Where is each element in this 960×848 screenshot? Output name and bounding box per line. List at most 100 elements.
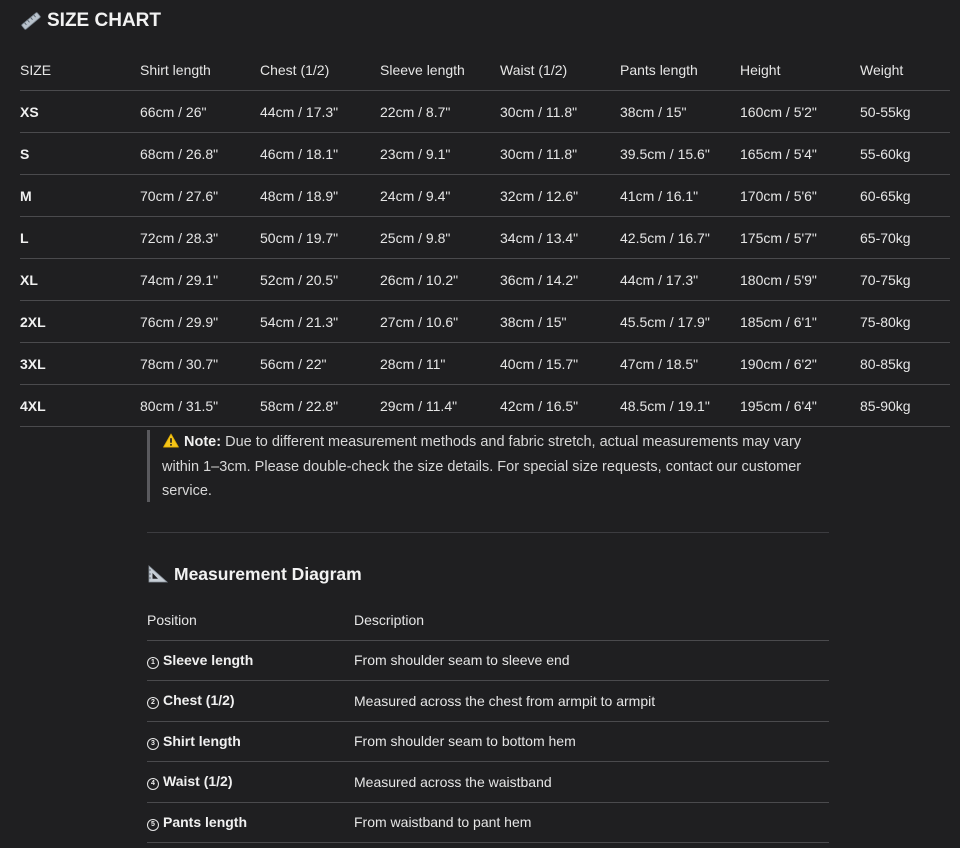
measurement-position-cell: 5 Pants length [147, 802, 354, 843]
size-table-row: 4XL 80cm / 31.5" 58cm / 22.8" 29cm / 11.4" 4… [20, 384, 950, 427]
size-table: SIZE Shirt length Chest (1/2) Sleeve len… [20, 49, 950, 427]
note-callout: Note: Due to different measurement metho… [147, 430, 826, 502]
circled-number-icon: 3 [147, 737, 159, 750]
size-table-header: Chest (1/2) [260, 49, 380, 91]
size-value-cell: 28cm / 11" [380, 342, 500, 385]
size-value-cell: 47cm / 18.5" [620, 342, 740, 385]
size-label-cell: 4XL [20, 384, 140, 427]
size-table-header: SIZE [20, 49, 140, 91]
measurement-title: Measurement Diagram [147, 561, 362, 587]
size-label-cell: 2XL [20, 300, 140, 343]
size-table-row: M 70cm / 27.6" 48cm / 18.9" 24cm / 9.4" 32cm… [20, 174, 950, 217]
size-chart-title-text: SIZE CHART [47, 10, 161, 31]
size-value-cell: 58cm / 22.8" [260, 384, 380, 427]
size-table-row: XS 66cm / 26" 44cm / 17.3" 22cm / 8.7" 30cm … [20, 90, 950, 133]
measurement-position-label: Pants length [163, 813, 248, 830]
size-value-cell: 24cm / 9.4" [380, 174, 500, 217]
size-value-cell: 185cm / 6'1" [740, 300, 860, 343]
size-label-cell: L [20, 216, 140, 259]
size-value-cell: 195cm / 6'4" [740, 384, 860, 427]
circled-number-icon: 2 [147, 697, 159, 710]
size-value-cell: 80cm / 31.5" [140, 384, 260, 427]
size-value-cell: 180cm / 5'9" [740, 258, 860, 301]
measurement-position-cell: 3 Shirt length [147, 721, 354, 762]
size-label-cell: S [20, 132, 140, 175]
size-value-cell: 36cm / 14.2" [500, 258, 620, 301]
size-value-cell: 34cm / 13.4" [500, 216, 620, 259]
measurement-position-label: Chest (1/2) [163, 692, 235, 709]
measurement-position-label: Waist (1/2) [163, 773, 233, 790]
note-label: Note: [184, 434, 222, 450]
size-value-cell: 45.5cm / 17.9" [620, 300, 740, 343]
size-value-cell: 74cm / 29.1" [140, 258, 260, 301]
size-value-cell: 30cm / 11.8" [500, 132, 620, 175]
size-value-cell: 27cm / 10.6" [380, 300, 500, 343]
size-table-row: 3XL 78cm / 30.7" 56cm / 22" 28cm / 11" 40cm … [20, 342, 950, 385]
size-value-cell: 25cm / 9.8" [380, 216, 500, 259]
size-table-header: Shirt length [140, 49, 260, 91]
size-value-cell: 38cm / 15" [500, 300, 620, 343]
size-value-cell: 175cm / 5'7" [740, 216, 860, 259]
size-value-cell: 46cm / 18.1" [260, 132, 380, 175]
size-value-cell: 80-85kg [860, 342, 950, 385]
size-label-cell: M [20, 174, 140, 217]
size-value-cell: 32cm / 12.6" [500, 174, 620, 217]
size-value-cell: 190cm / 6'2" [740, 342, 860, 385]
size-table-row: XL 74cm / 29.1" 52cm / 20.5" 26cm / 10.2" 36… [20, 258, 950, 301]
size-chart-page: SIZE CHART SIZE Shirt length Chest (1/2)… [0, 0, 960, 848]
size-value-cell: 70-75kg [860, 258, 950, 301]
measurement-table-body: 1 Sleeve length From shoulder seam to slee… [147, 640, 829, 843]
section-divider [147, 532, 829, 533]
size-value-cell: 78cm / 30.7" [140, 342, 260, 385]
size-value-cell: 41cm / 16.1" [620, 174, 740, 217]
size-table-header: Sleeve length [380, 49, 500, 91]
measurement-table: Position Description 1 Sleeve length From … [147, 600, 829, 843]
measurement-description-cell: Measured across the waistband [354, 761, 829, 803]
size-value-cell: 85-90kg [860, 384, 950, 427]
size-value-cell: 40cm / 15.7" [500, 342, 620, 385]
size-value-cell: 30cm / 11.8" [500, 90, 620, 133]
measurement-position-cell: 4 Waist (1/2) [147, 761, 354, 803]
measurement-table-header: Description [354, 600, 829, 641]
size-value-cell: 65-70kg [860, 216, 950, 259]
measurement-table-header-row: Position Description [147, 600, 829, 641]
measurement-position-label: Sleeve length [163, 651, 254, 668]
size-value-cell: 22cm / 8.7" [380, 90, 500, 133]
size-table-header: Height [740, 49, 860, 91]
warning-icon [163, 433, 179, 448]
size-value-cell: 23cm / 9.1" [380, 132, 500, 175]
size-value-cell: 72cm / 28.3" [140, 216, 260, 259]
size-value-cell: 44cm / 17.3" [620, 258, 740, 301]
size-table-row: 2XL 76cm / 29.9" 54cm / 21.3" 27cm / 10.6" 3… [20, 300, 950, 343]
measurement-row: 3 Shirt length From shoulder seam to botto… [147, 721, 829, 762]
ruler-icon [21, 12, 41, 30]
size-value-cell: 54cm / 21.3" [260, 300, 380, 343]
size-value-cell: 66cm / 26" [140, 90, 260, 133]
size-value-cell: 165cm / 5'4" [740, 132, 860, 175]
measurement-row: 1 Sleeve length From shoulder seam to slee… [147, 640, 829, 681]
size-value-cell: 170cm / 5'6" [740, 174, 860, 217]
size-value-cell: 29cm / 11.4" [380, 384, 500, 427]
size-value-cell: 48.5cm / 19.1" [620, 384, 740, 427]
size-value-cell: 50cm / 19.7" [260, 216, 380, 259]
size-value-cell: 75-80kg [860, 300, 950, 343]
size-value-cell: 160cm / 5'2" [740, 90, 860, 133]
size-chart-title: SIZE CHART [20, 8, 161, 34]
size-table-header: Pants length [620, 49, 740, 91]
size-table-header: Waist (1/2) [500, 49, 620, 91]
size-value-cell: 38cm / 15" [620, 90, 740, 133]
measurement-position-cell: 2 Chest (1/2) [147, 680, 354, 722]
size-table-header-row: SIZE Shirt length Chest (1/2) Sleeve len… [20, 49, 950, 91]
size-value-cell: 55-60kg [860, 132, 950, 175]
circled-number-icon: 5 [147, 818, 159, 831]
size-value-cell: 68cm / 26.8" [140, 132, 260, 175]
size-value-cell: 60-65kg [860, 174, 950, 217]
size-value-cell: 50-55kg [860, 90, 950, 133]
size-value-cell: 52cm / 20.5" [260, 258, 380, 301]
circled-number-icon: 4 [147, 778, 159, 791]
measurement-position-cell: 1 Sleeve length [147, 640, 354, 681]
size-value-cell: 76cm / 29.9" [140, 300, 260, 343]
note-text: Due to different measurement methods and… [162, 434, 802, 499]
size-label-cell: 3XL [20, 342, 140, 385]
size-table-header: Weight [860, 49, 950, 91]
